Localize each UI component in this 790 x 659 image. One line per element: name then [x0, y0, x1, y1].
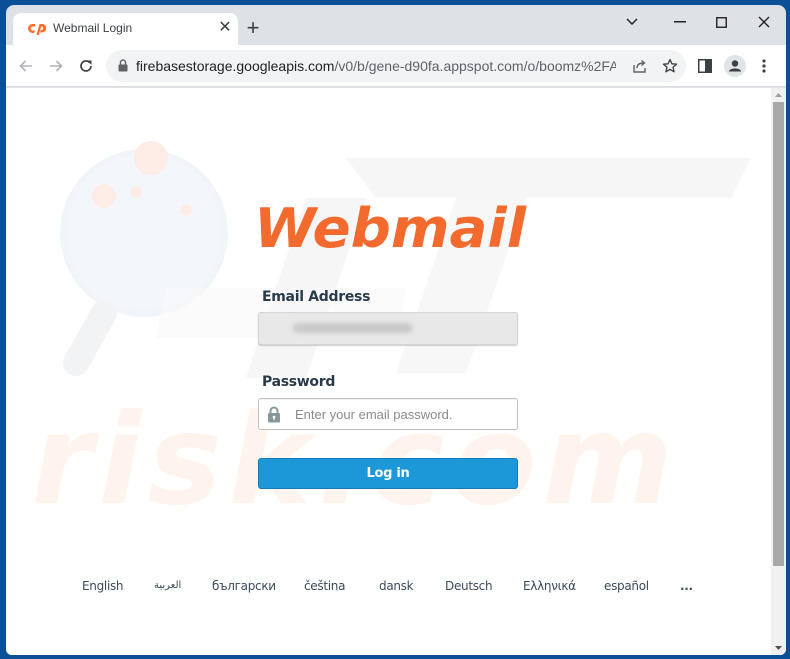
password-label: Password: [262, 374, 336, 390]
email-field[interactable]: [redacted]@[redacted].com: [258, 312, 518, 345]
tab-search-button[interactable]: [612, 9, 652, 35]
reload-button[interactable]: [74, 54, 98, 78]
arrow-left-icon: [19, 60, 32, 72]
login-button[interactable]: Log in: [258, 458, 518, 489]
page-viewport: risk.com Webmail Email Address [redacted…: [6, 88, 786, 655]
more-languages-button[interactable]: ...: [680, 579, 693, 593]
scroll-down-button[interactable]: [771, 641, 786, 655]
language-link-czech[interactable]: čeština: [304, 579, 345, 593]
kebab-menu-icon: [762, 59, 766, 73]
language-link-greek[interactable]: Ελληνικά: [523, 579, 576, 593]
email-value-redacted: [redacted]@[redacted].com: [293, 323, 413, 333]
language-list: English العربية български čeština dansk …: [6, 579, 771, 599]
language-link-bulgarian[interactable]: български: [212, 579, 276, 593]
caret-down-icon: [775, 646, 782, 650]
language-link-english[interactable]: English: [82, 579, 124, 593]
share-button[interactable]: [630, 56, 650, 76]
tab-close-icon[interactable]: ✕: [216, 19, 234, 37]
address-bar[interactable]: firebasestorage.googleapis.com/v0/b/gene…: [106, 50, 686, 82]
browser-toolbar: firebasestorage.googleapis.com/v0/b/gene…: [6, 45, 786, 87]
webmail-logo: Webmail: [254, 197, 528, 256]
url-host: firebasestorage.googleapis.com: [136, 58, 335, 74]
scroll-up-button[interactable]: [771, 88, 786, 102]
minimize-button[interactable]: [660, 9, 700, 35]
bookmark-button[interactable]: [660, 56, 680, 76]
tab-title: Webmail Login: [53, 21, 133, 35]
browser-window: Webmail Login ✕ + firebasestorage.google…: [6, 5, 786, 655]
arrow-right-icon: [50, 60, 63, 72]
url-text: firebasestorage.googleapis.com/v0/b/gene…: [136, 58, 616, 74]
forward-button[interactable]: [44, 54, 68, 78]
language-link-german[interactable]: Deutsch: [445, 579, 493, 593]
password-field[interactable]: [258, 398, 518, 430]
maximize-button[interactable]: [701, 9, 741, 35]
vertical-scrollbar[interactable]: [771, 88, 786, 655]
url-path: /v0/b/gene-d90fa.appspot.com/o/boomz%2FA…: [334, 58, 616, 74]
language-link-arabic[interactable]: العربية: [154, 580, 182, 591]
close-icon: [758, 16, 770, 28]
profile-button[interactable]: [723, 54, 747, 78]
logo-text: Webmail: [254, 197, 528, 256]
language-link-danish[interactable]: dansk: [379, 579, 414, 593]
scrollbar-thumb[interactable]: [773, 102, 784, 566]
side-panel-icon: [698, 59, 712, 73]
lock-icon: [268, 406, 280, 423]
tab-strip: Webmail Login ✕ +: [6, 5, 786, 45]
back-button[interactable]: [14, 54, 38, 78]
lock-icon: [118, 59, 128, 72]
maximize-icon: [715, 16, 727, 28]
email-label: Email Address: [262, 289, 371, 305]
side-panel-button[interactable]: [693, 54, 717, 78]
pcrisk-watermark: risk.com: [31, 141, 751, 533]
share-icon: [633, 59, 646, 73]
chevron-down-icon: [626, 18, 638, 26]
reload-icon: [80, 60, 92, 72]
password-input[interactable]: [295, 399, 515, 429]
close-window-button[interactable]: [744, 9, 784, 35]
menu-button[interactable]: [752, 54, 776, 78]
language-link-spanish[interactable]: español: [604, 579, 649, 593]
avatar-icon: [724, 55, 746, 77]
new-tab-button[interactable]: +: [242, 17, 264, 40]
tab-webmail-login[interactable]: Webmail Login ✕: [13, 13, 238, 45]
cpanel-favicon-icon: [28, 24, 46, 35]
star-icon: [662, 58, 678, 73]
minimize-icon: [674, 21, 686, 23]
caret-up-icon: [775, 93, 782, 97]
